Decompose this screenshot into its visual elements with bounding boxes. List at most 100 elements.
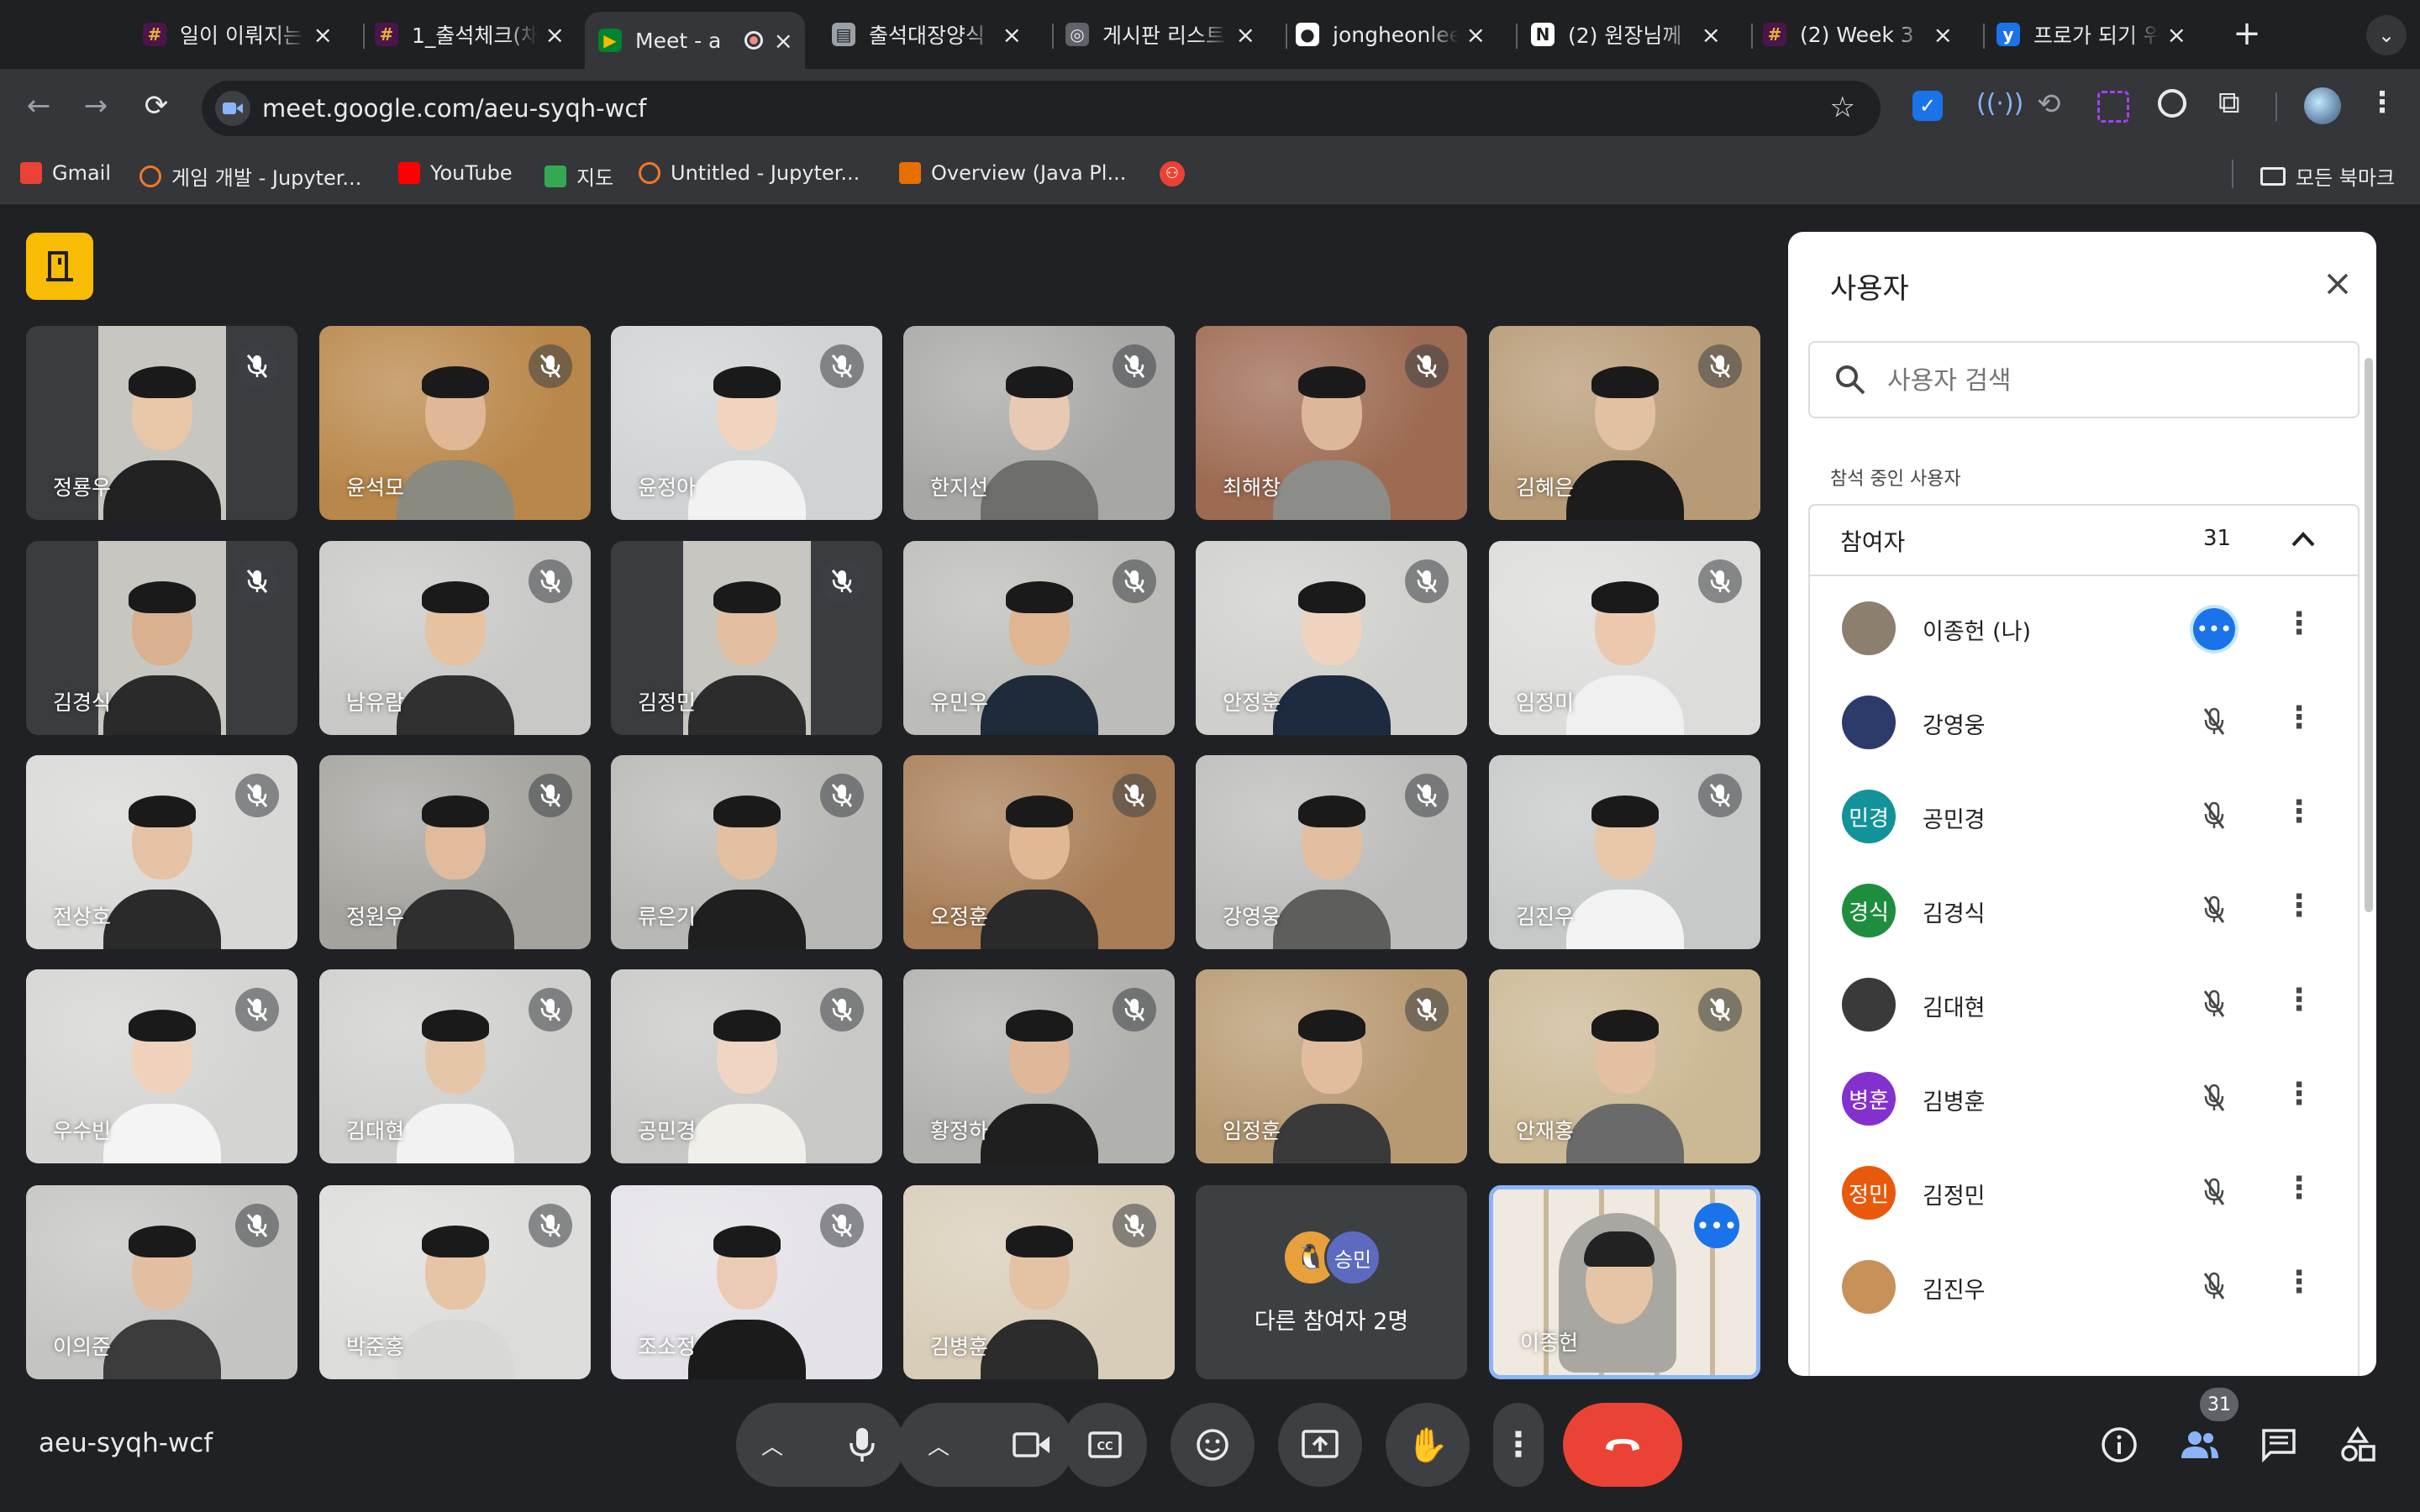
participant-video-tile[interactable]: 황정하 <box>903 969 1175 1163</box>
reactions-button[interactable] <box>1171 1403 1255 1487</box>
participants-group-header[interactable]: 참여자 31 <box>1810 506 2358 576</box>
participant-video-tile[interactable]: 한지선 <box>903 326 1175 520</box>
participant-list-item[interactable]: 정민 김정민 ⋮ <box>1842 1141 2346 1235</box>
tab-close-icon[interactable]: × <box>1933 21 1953 49</box>
profile-avatar[interactable] <box>2304 87 2341 124</box>
present-screen-button[interactable] <box>1278 1403 1362 1487</box>
new-tab-button[interactable]: + <box>2228 14 2265 53</box>
participant-video-tile[interactable]: 남유람 <box>319 541 591 735</box>
companion-mode-button[interactable] <box>26 233 93 300</box>
participant-video-tile[interactable]: 공민경 <box>611 969 882 1163</box>
people-button[interactable] <box>2176 1421 2223 1468</box>
tab-close-icon[interactable]: × <box>1702 21 1721 49</box>
participant-video-tile[interactable]: 김진우 <box>1489 755 1760 949</box>
participant-list-item[interactable]: 김진우 ⋮ <box>1842 1235 2346 1329</box>
participant-video-tile[interactable]: 김경식 <box>26 541 297 735</box>
extension-sync-icon[interactable]: ⟲ <box>2037 87 2061 121</box>
participant-video-tile[interactable]: 임정훈 <box>1196 969 1467 1163</box>
participant-video-tile[interactable]: 안재홍 <box>1489 969 1760 1163</box>
participant-list-item[interactable]: 강영웅 ⋮ <box>1842 670 2346 764</box>
participant-video-tile[interactable]: 조소정 <box>611 1185 882 1379</box>
participant-more-button[interactable]: ⋮ <box>2284 1077 2314 1111</box>
browser-tab[interactable]: ◎ 게시판 리스트 × <box>1065 8 1259 60</box>
mic-button[interactable] <box>820 1403 904 1487</box>
browser-tab[interactable]: ▤ 출석대장양식 × <box>832 8 1025 60</box>
participant-video-tile[interactable]: 정원우 <box>319 755 591 949</box>
panel-close-button[interactable] <box>2319 265 2356 302</box>
browser-tab[interactable]: # (2) Week 3 × <box>1763 8 1956 60</box>
participant-video-tile[interactable]: 윤정아 <box>611 326 882 520</box>
panel-scrollbar[interactable] <box>2365 358 2373 912</box>
participant-video-tile[interactable]: 강영웅 <box>1196 755 1467 949</box>
bookmark-item[interactable]: Gmail <box>20 161 111 185</box>
reload-button[interactable]: ⟳ <box>138 87 175 124</box>
tab-close-icon[interactable]: × <box>545 21 565 49</box>
captions-button[interactable]: CC <box>1063 1403 1147 1487</box>
participant-more-button[interactable]: ⋮ <box>2284 1171 2314 1205</box>
tab-close-icon[interactable]: × <box>1466 21 1486 49</box>
participant-list-item[interactable]: 이종헌 (나) ••• ⋮ <box>1842 576 2346 670</box>
extensions-puzzle-icon[interactable]: ⧉ <box>2218 86 2240 121</box>
tab-close-icon[interactable]: × <box>774 27 793 55</box>
bookmark-extension-icon[interactable]: ⚇ <box>1160 161 1185 186</box>
video-options-chevron[interactable]: ︿ <box>928 1430 950 1461</box>
participant-video-tile[interactable]: 김대현 <box>319 969 591 1163</box>
participant-list-item[interactable]: 병훈 김병훈 ⋮ <box>1842 1047 2346 1141</box>
address-bar[interactable]: meet.google.com/aeu-syqh-wcf ☆ <box>202 81 1881 136</box>
participant-video-tile[interactable]: 유민우 <box>903 541 1175 735</box>
participant-list-item[interactable]: 민경 공민경 ⋮ <box>1842 764 2346 858</box>
camera-button[interactable] <box>990 1403 1074 1487</box>
browser-tab[interactable]: # 일이 이뤄지는 × <box>143 8 336 60</box>
participant-video-tile[interactable]: 김병훈 <box>903 1185 1175 1379</box>
bookmark-item[interactable]: Overview (Java Pl... <box>899 161 1126 185</box>
browser-tab[interactable]: ● jongheonlee × <box>1296 8 1489 60</box>
browser-menu-button[interactable]: ⋮ <box>2368 86 2396 119</box>
participant-video-tile[interactable]: 박준홍 <box>319 1185 591 1379</box>
participant-more-button[interactable]: ⋮ <box>2284 606 2314 641</box>
participant-list-item[interactable]: 김대현 ⋮ <box>1842 953 2346 1047</box>
meeting-details-button[interactable] <box>2096 1421 2143 1468</box>
browser-tab[interactable]: N (2) 원장님께 × <box>1531 8 1724 60</box>
activities-button[interactable] <box>2334 1421 2381 1468</box>
back-button[interactable]: ← <box>20 87 57 124</box>
tab-close-icon[interactable]: × <box>1002 21 1022 49</box>
self-tile-more-button[interactable]: ••• <box>1694 1203 1739 1248</box>
participant-more-button[interactable]: ⋮ <box>2284 889 2314 923</box>
tab-search-button[interactable]: ⌄ <box>2366 15 2407 55</box>
tab-close-icon[interactable]: × <box>1236 21 1255 49</box>
participant-video-tile[interactable]: 김혜은 <box>1489 326 1760 520</box>
participant-video-tile[interactable]: 이의준 <box>26 1185 297 1379</box>
participant-video-tile[interactable]: 류은기 <box>611 755 882 949</box>
self-video-tile[interactable]: ••• 이종헌 <box>1489 1185 1760 1379</box>
participant-list-item[interactable]: 경식 김경식 ⋮ <box>1842 858 2346 953</box>
tab-close-icon[interactable]: × <box>313 21 333 49</box>
participant-video-tile[interactable]: 최해창 <box>1196 326 1467 520</box>
extension-capture-icon[interactable] <box>2097 91 2129 123</box>
audio-options-chevron[interactable]: ︿ <box>761 1430 783 1461</box>
participant-video-tile[interactable]: 오정훈 <box>903 755 1175 949</box>
participant-video-tile[interactable]: 임정미 <box>1489 541 1760 735</box>
bookmark-star-icon[interactable]: ☆ <box>1830 91 1855 124</box>
chat-button[interactable] <box>2255 1421 2302 1468</box>
tab-close-icon[interactable]: × <box>2167 21 2186 49</box>
participant-more-button[interactable]: ⋮ <box>2284 983 2314 1017</box>
participant-video-tile[interactable]: 우수빈 <box>26 969 297 1163</box>
extension-check-icon[interactable]: ✓ <box>1912 91 1943 121</box>
browser-tab[interactable]: #1_출석체크(채 × <box>375 8 568 60</box>
participant-more-button[interactable]: ⋮ <box>2284 795 2314 829</box>
browser-tab[interactable]: y 프로가 되기 위 × <box>1996 8 2190 60</box>
more-options-button[interactable]: ⋮ <box>1493 1403 1544 1487</box>
participant-video-tile[interactable]: 윤석모 <box>319 326 591 520</box>
site-info-icon[interactable] <box>215 91 250 126</box>
browser-tab[interactable]: ▶ Meet - a × <box>585 12 805 69</box>
leave-call-button[interactable] <box>1563 1403 1682 1487</box>
forward-button[interactable]: → <box>77 87 114 124</box>
participant-video-tile[interactable]: 김정민 <box>611 541 882 735</box>
bookmark-item[interactable]: 지도 <box>544 161 613 191</box>
bookmark-item[interactable]: Untitled - Jupyter... <box>639 161 860 185</box>
extension-wave-icon[interactable]: ((·)) <box>1976 89 2023 118</box>
participant-more-button[interactable]: ⋮ <box>2284 701 2314 735</box>
raise-hand-button[interactable]: ✋ <box>1386 1403 1470 1487</box>
people-search-input[interactable] <box>1886 360 2343 402</box>
bookmark-item[interactable]: YouTube <box>398 161 513 185</box>
